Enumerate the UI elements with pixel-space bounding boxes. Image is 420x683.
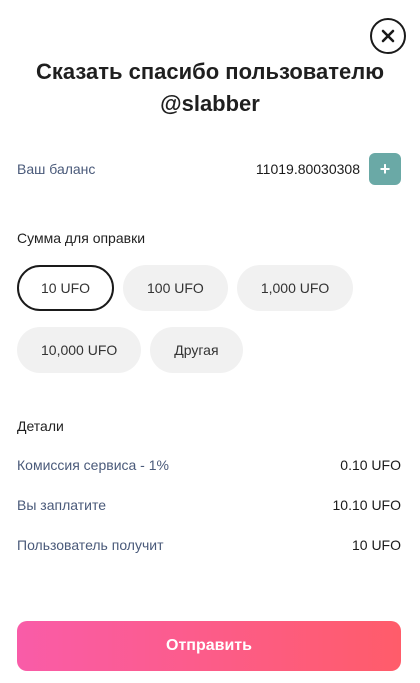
- balance-row: Ваш баланс 11019.80030308 +: [17, 153, 401, 185]
- amount-option-10[interactable]: 10 UFO: [17, 265, 115, 311]
- thank-user-modal: Сказать спасибо пользователю @slabber Ва…: [0, 0, 420, 683]
- close-button[interactable]: [370, 18, 406, 54]
- close-icon: [381, 29, 395, 43]
- balance-right: 11019.80030308 +: [256, 153, 401, 185]
- detail-row-commission: Комиссия сервиса - 1% 0.10 UFO: [17, 455, 401, 475]
- you-pay-value: 10.10 UFO: [332, 497, 401, 513]
- modal-title: Сказать спасибо пользователю @slabber: [0, 56, 420, 120]
- balance-value: 11019.80030308: [255, 161, 360, 177]
- amount-option-other[interactable]: Другая: [150, 327, 243, 373]
- you-pay-label: Вы заплатите: [17, 497, 106, 513]
- amount-option-100[interactable]: 100 UFO: [123, 265, 228, 311]
- amount-option-10000[interactable]: 10,000 UFO: [17, 327, 142, 373]
- title-username: @slabber: [160, 91, 260, 116]
- detail-row-you-pay: Вы заплатите 10.10 UFO: [17, 495, 401, 515]
- submit-button[interactable]: Отправить: [17, 621, 401, 671]
- balance-label: Ваш баланс: [17, 161, 96, 177]
- details-label: Детали: [17, 418, 64, 434]
- user-receives-label: Пользователь получит: [17, 537, 164, 553]
- amount-options: 10 UFO 100 UFO 1,000 UFO 10,000 UFO Друг…: [17, 265, 401, 373]
- commission-value: 0.10 UFO: [340, 457, 401, 473]
- title-line-1: Сказать спасибо пользователю: [35, 59, 385, 84]
- commission-label: Комиссия сервиса - 1%: [17, 457, 169, 473]
- add-balance-button[interactable]: +: [369, 153, 401, 185]
- detail-row-user-receives: Пользователь получит 10 UFO: [17, 535, 401, 555]
- amount-option-1000[interactable]: 1,000 UFO: [236, 265, 354, 311]
- user-receives-value: 10 UFO: [351, 537, 401, 553]
- amount-label: Сумма для оправки: [17, 230, 146, 246]
